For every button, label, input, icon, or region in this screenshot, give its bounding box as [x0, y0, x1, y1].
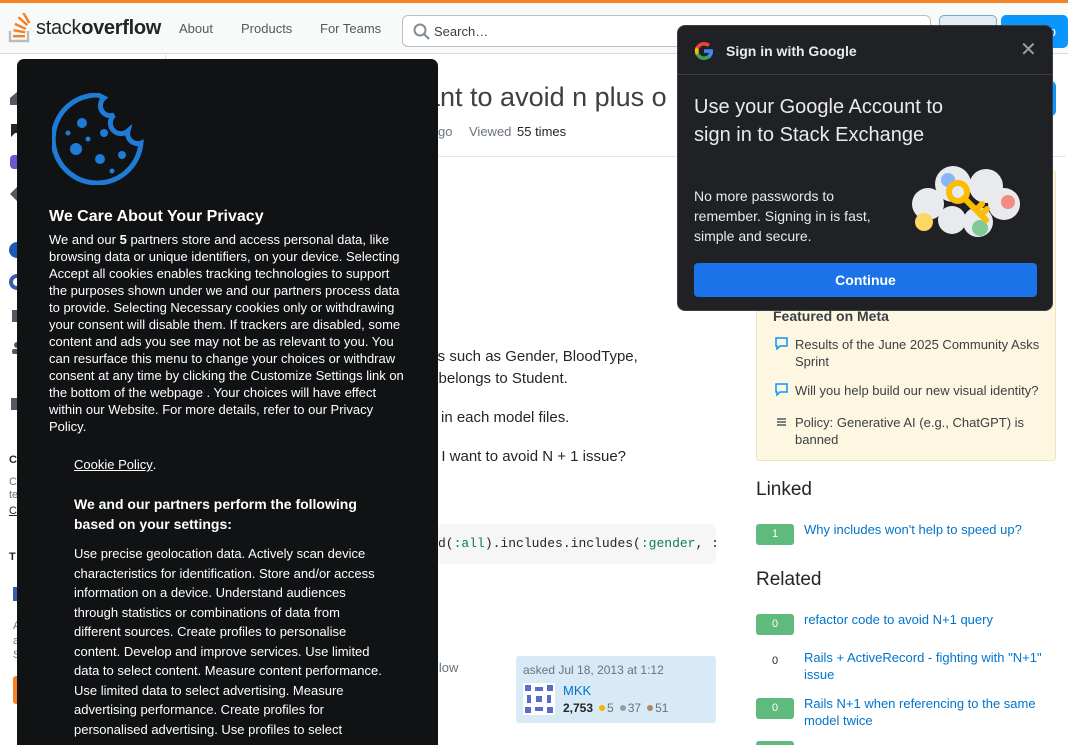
teams-label: T	[9, 551, 16, 563]
related-score-2: 0	[756, 651, 794, 672]
google-continue-button[interactable]: Continue	[694, 263, 1037, 297]
comment-icon	[775, 383, 788, 397]
viewed-count: 55 times	[517, 124, 567, 139]
code-block: d(:all).includes.includes(:gender, :	[438, 524, 716, 564]
cookie-dialog-body: We and our 5 partners store and access p…	[49, 231, 407, 435]
featured-item-1[interactable]: Results of the June 2025 Community Asks …	[795, 336, 1045, 370]
viewed-label: Viewed	[469, 124, 512, 139]
close-icon[interactable]: ✕	[1020, 40, 1037, 60]
code-part-3: , :	[695, 536, 716, 551]
question-body-line-4: f I want to avoid N + 1 issue?	[433, 448, 627, 465]
cookie-purposes-list: Use precise geolocation data. Actively s…	[74, 546, 382, 737]
code-symbol-all: :all	[453, 536, 485, 551]
code-part-1: d(	[438, 536, 454, 551]
user-name[interactable]: MKK	[563, 683, 591, 698]
stack-exchange-icon	[775, 415, 788, 428]
google-popup-description: No more passwords to remember. Signing i…	[694, 188, 871, 244]
asked-date: asked Jul 18, 2013 at 1:12	[523, 663, 664, 677]
google-signin-popup: Sign in with Google ✕ Use your Google Ac…	[677, 25, 1053, 311]
cookie-consent-dialog: We Care About Your Privacy We and our 5 …	[17, 59, 438, 745]
silver-badge-count: 37	[627, 701, 642, 715]
question-body-line-3: in each model files.	[441, 409, 570, 426]
partner-count[interactable]: 5	[120, 232, 127, 247]
question-body-line-1: els such as Gender, BloodType,	[426, 348, 638, 365]
code-symbol-gender: :gender	[640, 536, 696, 551]
cookie-purposes-title: We and our partners perform the followin…	[74, 496, 357, 532]
related-score-3: 0	[756, 698, 794, 719]
code-part-2: ).includes.includes(	[484, 536, 641, 551]
search-icon	[413, 23, 430, 40]
asked-meta: go	[438, 124, 453, 139]
cookie-policy-link[interactable]: Cookie Policy	[74, 457, 153, 472]
related-question-2[interactable]: Rails + ActiveRecord - fighting with "N+…	[804, 649, 1054, 683]
collectives-text: C	[9, 476, 17, 488]
related-question-3[interactable]: Rails N+1 when referencing to the same m…	[804, 695, 1054, 729]
nav-for-teams[interactable]: For Teams	[320, 21, 381, 36]
bronze-badge-icon	[647, 705, 654, 712]
gold-badge-count: 5	[607, 701, 614, 715]
google-popup-title: Use your Google Account to sign in to St…	[694, 96, 944, 146]
related-score-4	[756, 741, 794, 745]
question-body-line-2: n belongs to Student.	[426, 370, 568, 387]
nav-about[interactable]: About	[179, 21, 213, 36]
related-question-1[interactable]: refactor code to avoid N+1 query	[804, 611, 1054, 628]
featured-item-2[interactable]: Will you help build our new visual ident…	[795, 382, 1045, 399]
question-title[interactable]: ant to avoid n plus o	[425, 82, 667, 113]
related-score-1: 0	[756, 614, 794, 635]
google-g-icon	[694, 42, 713, 60]
cookie-dialog-title: We Care About Your Privacy	[49, 208, 264, 225]
collectives-link[interactable]: C	[9, 505, 17, 517]
collectives-label: C	[9, 454, 17, 466]
reputation-score: 2,753	[563, 701, 594, 715]
cookie-icon	[52, 93, 144, 185]
linked-title: Linked	[756, 479, 812, 500]
featured-item-3[interactable]: Policy: Generative AI (e.g., ChatGPT) is…	[795, 414, 1045, 448]
comment-icon	[775, 337, 788, 351]
silver-badge-icon	[619, 705, 626, 712]
stackoverflow-logo-icon	[8, 13, 31, 43]
key-illustration-icon	[912, 166, 1020, 237]
google-popup-header: Sign in with Google ✕	[678, 26, 1052, 75]
user-reputation: 2,753 5 37 51	[563, 701, 668, 715]
avatar[interactable]	[523, 683, 555, 715]
linked-score: 1	[756, 524, 794, 545]
asked-user-card: asked Jul 18, 2013 at 1:12 MKK 2,753 5 37 5…	[516, 656, 716, 723]
stackoverflow-logo[interactable]: stackoverflow	[8, 12, 161, 44]
cookie-policy-link-wrap: Cookie Policy.	[74, 457, 156, 472]
related-title: Related	[756, 569, 822, 590]
google-popup-header-text: Sign in with Google	[726, 43, 857, 59]
logo-text: stackoverflow	[36, 16, 162, 39]
nav-products[interactable]: Products	[241, 21, 292, 36]
linked-question-1[interactable]: Why includes won't help to speed up?	[804, 521, 1054, 538]
cookie-body-pre: We and our	[49, 232, 120, 247]
cookie-policy-dot: .	[152, 457, 157, 472]
search-placeholder: Search…	[434, 24, 489, 39]
cookie-body-post: partners store and access personal data,…	[49, 232, 404, 434]
follow-link[interactable]: llow	[436, 660, 458, 675]
bronze-badge-count: 51	[655, 701, 669, 715]
gold-badge-icon	[599, 705, 606, 712]
